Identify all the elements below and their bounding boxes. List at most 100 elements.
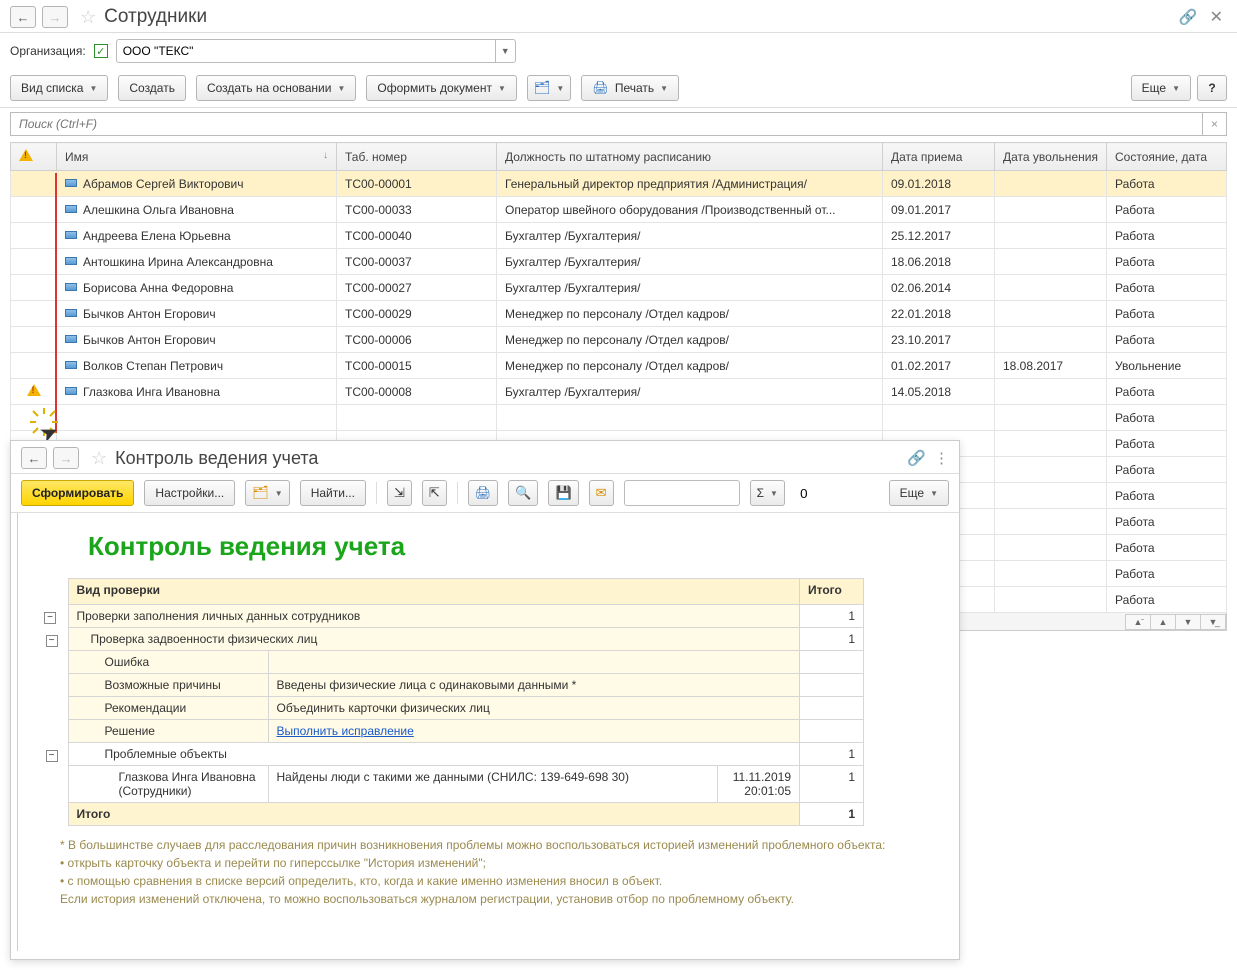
win2-back-button[interactable]: ← xyxy=(21,447,47,469)
cell-hire: 09.01.2018 xyxy=(883,171,995,197)
create-button[interactable]: Создать xyxy=(118,75,186,101)
folder-icon: 🗂 xyxy=(252,485,269,501)
mail-icon: ✉ xyxy=(596,485,607,501)
th-kind[interactable]: Вид проверки xyxy=(68,579,800,605)
form-button[interactable]: Сформировать xyxy=(21,480,134,506)
col-head-fire[interactable]: Дата увольнения xyxy=(995,143,1107,171)
fix-link[interactable]: Выполнить исправление xyxy=(277,724,414,738)
win2-forward-button[interactable]: → xyxy=(53,447,79,469)
table-row[interactable]: Антошкина Ирина АлександровнаТС00-00037Б… xyxy=(11,249,1227,275)
cell-state: Работа xyxy=(1107,587,1227,613)
cell-name: Бычков Антон Егорович xyxy=(57,301,337,327)
scroll-up-button[interactable]: ▲ xyxy=(1150,614,1176,630)
cell-tab: ТС00-00033 xyxy=(337,197,497,223)
table-row[interactable]: Волков Степан ПетровичТС00-00015Менеджер… xyxy=(11,353,1227,379)
settings-button[interactable]: Настройки... xyxy=(144,480,235,506)
tree-collapse-icon[interactable]: − xyxy=(46,750,58,762)
cell-tab: ТС00-00027 xyxy=(337,275,497,301)
assign-button[interactable]: 🗂 ▼ xyxy=(527,75,571,101)
sum-button[interactable]: Σ ▼ xyxy=(750,480,785,506)
expand-all-button[interactable]: ⇲ xyxy=(387,480,412,506)
search-box[interactable]: × xyxy=(10,112,1227,136)
table-row[interactable]: Глазкова Инга ИвановнаТС00-00008Бухгалте… xyxy=(11,379,1227,405)
cell-tab: ТС00-00040 xyxy=(337,223,497,249)
find-button[interactable]: Найти... xyxy=(300,480,366,506)
win2-toolbar: Сформировать Настройки... 🗂 ▼ Найти... ⇲… xyxy=(11,474,959,513)
print-report-button[interactable]: 🖨 xyxy=(468,480,499,506)
number-field[interactable] xyxy=(625,486,814,501)
collapse-icon: ⇱ xyxy=(429,485,440,501)
more-label: Еще xyxy=(1142,81,1166,95)
table-row[interactable]: Андреева Елена ЮрьевнаТС00-00040Бухгалте… xyxy=(11,223,1227,249)
col-head-warn[interactable] xyxy=(11,143,57,171)
tree-collapse-icon[interactable]: − xyxy=(46,635,58,647)
row-checks-group[interactable]: Проверки заполнения личных данных сотруд… xyxy=(68,605,800,628)
cell-name: Андреева Елена Юрьевна xyxy=(57,223,337,249)
more-button[interactable]: Еще ▼ xyxy=(1131,75,1191,101)
search-input[interactable] xyxy=(11,117,1202,131)
row-problems[interactable]: Проблемные объекты xyxy=(68,743,800,766)
col-head-pos[interactable]: Должность по штатному расписанию xyxy=(497,143,883,171)
cell-fire xyxy=(995,457,1107,483)
preview-icon: 🔍 xyxy=(515,485,531,501)
win2-menu-icon[interactable]: ⋮ xyxy=(934,449,949,467)
row-checks-total: 1 xyxy=(800,605,864,628)
view-type-button[interactable]: Вид списка ▼ xyxy=(10,75,108,101)
table-row[interactable]: Борисова Анна ФедоровнаТС00-00027Бухгалт… xyxy=(11,275,1227,301)
print-button[interactable]: 🖨 Печать ▼ xyxy=(581,75,679,101)
scroll-down-button[interactable]: ▼ xyxy=(1175,614,1201,630)
obj-found: Найдены люди с такими же данными (СНИЛС:… xyxy=(268,766,718,803)
note-line: * В большинстве случаев для расследовани… xyxy=(60,836,947,854)
win2-star-icon[interactable]: ☆ xyxy=(91,448,107,469)
search-clear-button[interactable]: × xyxy=(1202,113,1226,135)
win2-header: ← → ☆ Контроль ведения учета 🔗 ⋮ xyxy=(11,441,959,474)
preview-button[interactable]: 🔍 xyxy=(508,480,538,506)
cell-hire: 25.12.2017 xyxy=(883,223,995,249)
cell-fire xyxy=(995,275,1107,301)
scroll-bottom-page-button[interactable]: ▼̲ xyxy=(1200,614,1226,630)
cell-name: Волков Степан Петрович xyxy=(57,353,337,379)
org-label: Организация: xyxy=(10,44,86,58)
favorite-star-icon[interactable]: ☆ xyxy=(80,7,96,28)
win2-more-button[interactable]: Еще ▼ xyxy=(889,480,949,506)
org-checkbox[interactable]: ✓ xyxy=(94,44,108,58)
close-button[interactable]: ✕ xyxy=(1206,7,1227,27)
col-head-state[interactable]: Состояние, дата xyxy=(1107,143,1227,171)
separator xyxy=(457,482,458,504)
nav-forward-button[interactable]: → xyxy=(42,6,68,28)
create-doc-button[interactable]: Оформить документ ▼ xyxy=(366,75,516,101)
scroll-top-page-button[interactable]: ▲̄ xyxy=(1125,614,1151,630)
table-row[interactable]: Бычков Антон ЕгоровичТС00-00029Менеджер … xyxy=(11,301,1227,327)
save-report-button[interactable]: 💾 xyxy=(548,480,578,506)
report-body: Контроль ведения учета Вид проверки Итог… xyxy=(17,513,959,951)
cell-state: Работа xyxy=(1107,249,1227,275)
org-select[interactable]: ▼ xyxy=(116,39,516,63)
number-input[interactable] xyxy=(624,480,740,506)
tree-collapse-icon[interactable]: − xyxy=(44,612,56,624)
obj-name[interactable]: Глазкова Инга Ивановна (Сотрудники) xyxy=(68,766,268,803)
nav-back-button[interactable]: ← xyxy=(10,6,36,28)
table-row[interactable]: Абрамов Сергей ВикторовичТС00-00001Генер… xyxy=(11,171,1227,197)
help-button[interactable]: ? xyxy=(1197,75,1227,101)
row-dup-check[interactable]: Проверка задвоенности физических лиц xyxy=(68,628,800,651)
email-button[interactable]: ✉ xyxy=(589,480,614,506)
org-input[interactable] xyxy=(117,44,495,58)
win2-link-icon[interactable]: 🔗 xyxy=(907,449,926,467)
cell-hire: 01.02.2017 xyxy=(883,353,995,379)
variants-button[interactable]: 🗂 ▼ xyxy=(245,480,289,506)
org-dropdown-button[interactable]: ▼ xyxy=(495,40,515,62)
col-head-tab[interactable]: Таб. номер xyxy=(337,143,497,171)
caret-down-icon: ▼ xyxy=(498,84,506,93)
cell-fire xyxy=(995,379,1107,405)
cell-hire xyxy=(883,405,995,431)
table-row[interactable]: Работа xyxy=(11,405,1227,431)
col-head-hire[interactable]: Дата приема xyxy=(883,143,995,171)
link-icon[interactable]: 🔗 xyxy=(1179,8,1198,26)
th-total[interactable]: Итого xyxy=(800,579,864,605)
collapse-all-button[interactable]: ⇱ xyxy=(422,480,447,506)
table-row[interactable]: Бычков Антон ЕгоровичТС00-00006Менеджер … xyxy=(11,327,1227,353)
col-head-name[interactable]: Имя ↓ xyxy=(57,143,337,171)
table-row[interactable]: Алешкина Ольга ИвановнаТС00-00033Операто… xyxy=(11,197,1227,223)
sort-down-icon: ↓ xyxy=(323,150,328,161)
create-based-button[interactable]: Создать на основании ▼ xyxy=(196,75,356,101)
